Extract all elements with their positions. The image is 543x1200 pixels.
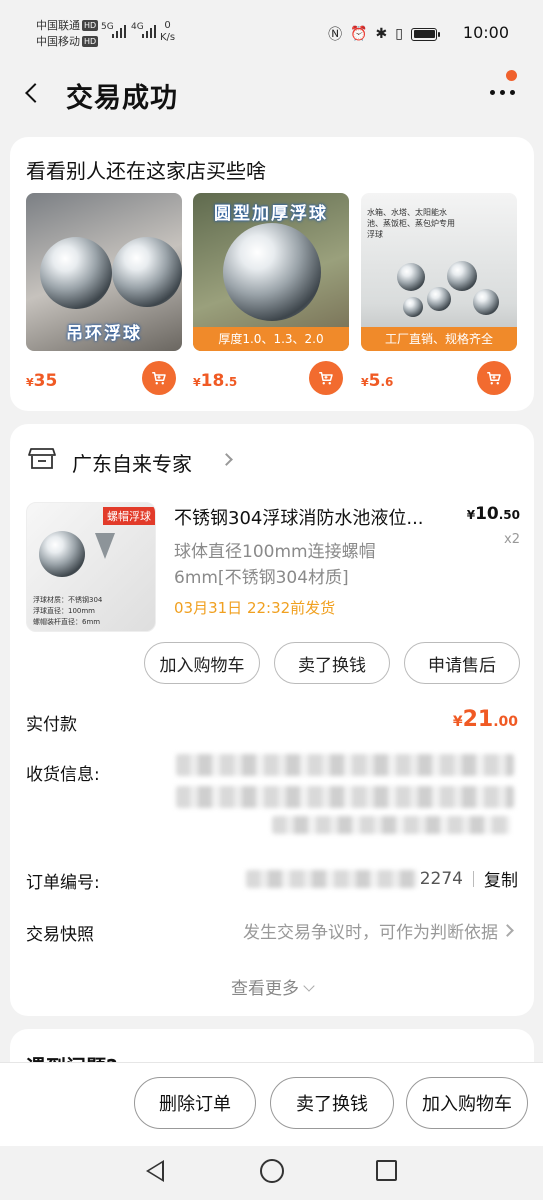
more-dots-icon[interactable]	[490, 90, 515, 95]
address-redacted	[272, 816, 510, 834]
nav-home-icon[interactable]	[260, 1159, 284, 1183]
item-title[interactable]: 不锈钢304浮球消防水池液位...	[174, 504, 454, 530]
snapshot-label[interactable]: 交易快照	[26, 920, 94, 945]
recommend-product[interactable]: 水箱、水塔、太阳能水池、蒸饭柜、蒸包炉专用浮球 工厂直销、规格齐全 ¥5.6	[361, 193, 519, 395]
paid-label: 实付款	[26, 715, 77, 735]
copy-button[interactable]: 复制	[484, 866, 518, 891]
recommend-product[interactable]: 吊环浮球 ¥35	[26, 193, 184, 395]
product-price: ¥35	[26, 371, 58, 391]
back-chevron-icon[interactable]	[22, 80, 46, 108]
item-image-text: 浮球材质：不锈钢304 浮球直径：100mm 螺帽装杆直径：6mm	[33, 596, 103, 626]
page-header: 交易成功	[0, 62, 543, 128]
product-image-strip: 厚度1.0、1.3、2.0	[193, 327, 349, 351]
cart-icon	[152, 372, 166, 385]
product-price: ¥5.6	[361, 371, 394, 391]
shop-icon	[28, 448, 56, 469]
shop-name[interactable]: 广东自来专家	[72, 448, 192, 477]
nav-recent-icon[interactable]	[376, 1160, 397, 1181]
product-image-label: 吊环浮球	[66, 324, 142, 344]
item-quantity: x2	[504, 532, 520, 547]
address-label: 收货信息:	[26, 765, 100, 785]
product-image[interactable]: 水箱、水塔、太阳能水池、蒸饭柜、蒸包炉专用浮球 工厂直销、规格齐全	[361, 193, 517, 351]
alarm-icon: ⏰	[350, 26, 368, 42]
bluetooth-icon: ✱	[375, 26, 388, 42]
cart-icon	[319, 372, 333, 385]
address-redacted	[176, 754, 514, 776]
item-image[interactable]: 螺帽浮球 浮球材质：不锈钢304 浮球直径：100mm 螺帽装杆直径：6mm	[26, 502, 156, 632]
snapshot-description[interactable]: 发生交易争议时，可作为判断依据	[243, 918, 498, 943]
add-to-cart-button[interactable]: 加入购物车	[144, 642, 260, 684]
product-image-strip: 工厂直销、规格齐全	[361, 327, 517, 351]
chevron-right-icon[interactable]	[220, 453, 233, 466]
resell-button[interactable]: 卖了换钱	[274, 642, 390, 684]
recommend-card: 看看别人还在这家店买些啥 吊环浮球 ¥35 圆型加厚浮球 厚度1.0、1.3、2…	[10, 137, 534, 411]
status-bar: 中国联通 HD 中国移动 HD 5G 4G 0 K/s Ⓝ ⏰ ✱ ▯ 10:00	[0, 0, 543, 62]
cart-icon	[487, 372, 501, 385]
page-title: 交易成功	[66, 83, 178, 114]
resell-button[interactable]: 卖了换钱	[270, 1077, 394, 1129]
bottom-action-bar: 删除订单 卖了换钱 加入购物车	[0, 1062, 543, 1146]
recommend-title: 看看别人还在这家店买些啥	[26, 159, 266, 183]
order-card: 广东自来专家 螺帽浮球 浮球材质：不锈钢304 浮球直径：100mm 螺帽装杆直…	[10, 424, 534, 1016]
carrier-1: 中国联通	[36, 19, 80, 32]
chevron-right-icon[interactable]	[501, 924, 514, 937]
delete-order-button[interactable]: 删除订单	[134, 1077, 256, 1129]
item-ship-time: 03月31日 22:32前发货	[174, 599, 336, 617]
item-price: ¥10.50	[466, 504, 520, 524]
recommend-product[interactable]: 圆型加厚浮球 厚度1.0、1.3、2.0 ¥18.5	[193, 193, 351, 395]
see-more-button[interactable]: 查看更多	[10, 974, 534, 999]
carrier-2: 中国移动	[36, 35, 80, 48]
order-number-tail: 2274	[419, 868, 463, 889]
product-image-label: 圆型加厚浮球	[214, 204, 328, 224]
nfc-icon: Ⓝ	[328, 27, 343, 43]
system-nav-bar	[0, 1146, 543, 1200]
add-to-cart-button[interactable]	[477, 361, 511, 395]
vibrate-icon: ▯	[395, 26, 403, 42]
notification-dot	[506, 70, 517, 81]
add-to-cart-button[interactable]	[309, 361, 343, 395]
order-number-redacted	[246, 870, 418, 888]
hd-badge: HD	[82, 36, 99, 47]
system-icons: Ⓝ ⏰ ✱ ▯	[328, 24, 440, 44]
item-badge: 螺帽浮球	[103, 507, 155, 525]
signal-icon	[142, 24, 156, 38]
signal-icon	[112, 24, 126, 38]
product-image[interactable]: 圆型加厚浮球 厚度1.0、1.3、2.0	[193, 193, 349, 351]
add-to-cart-button[interactable]: 加入购物车	[406, 1077, 528, 1129]
order-number-label: 订单编号:	[26, 873, 100, 893]
product-image-text: 水箱、水塔、太阳能水池、蒸饭柜、蒸包炉专用浮球	[367, 208, 455, 239]
product-price: ¥18.5	[193, 371, 238, 391]
clock: 10:00	[462, 23, 509, 42]
after-sales-button[interactable]: 申请售后	[404, 642, 520, 684]
product-image[interactable]: 吊环浮球	[26, 193, 182, 351]
hd-badge: HD	[82, 20, 99, 31]
address-redacted	[176, 786, 514, 808]
chevron-down-icon	[303, 980, 315, 992]
item-spec: 球体直径100mm连接螺帽6mm[不锈钢304材质]	[174, 542, 376, 588]
add-to-cart-button[interactable]	[142, 361, 176, 395]
battery-icon	[411, 27, 440, 41]
net-speed: 0 K/s	[160, 20, 176, 43]
nav-back-icon[interactable]	[146, 1160, 164, 1182]
order-number: 2274 复制	[419, 866, 518, 892]
paid-amount: ¥21.00	[452, 707, 518, 732]
carrier-info: 中国联通 HD 中国移动 HD	[36, 18, 99, 50]
